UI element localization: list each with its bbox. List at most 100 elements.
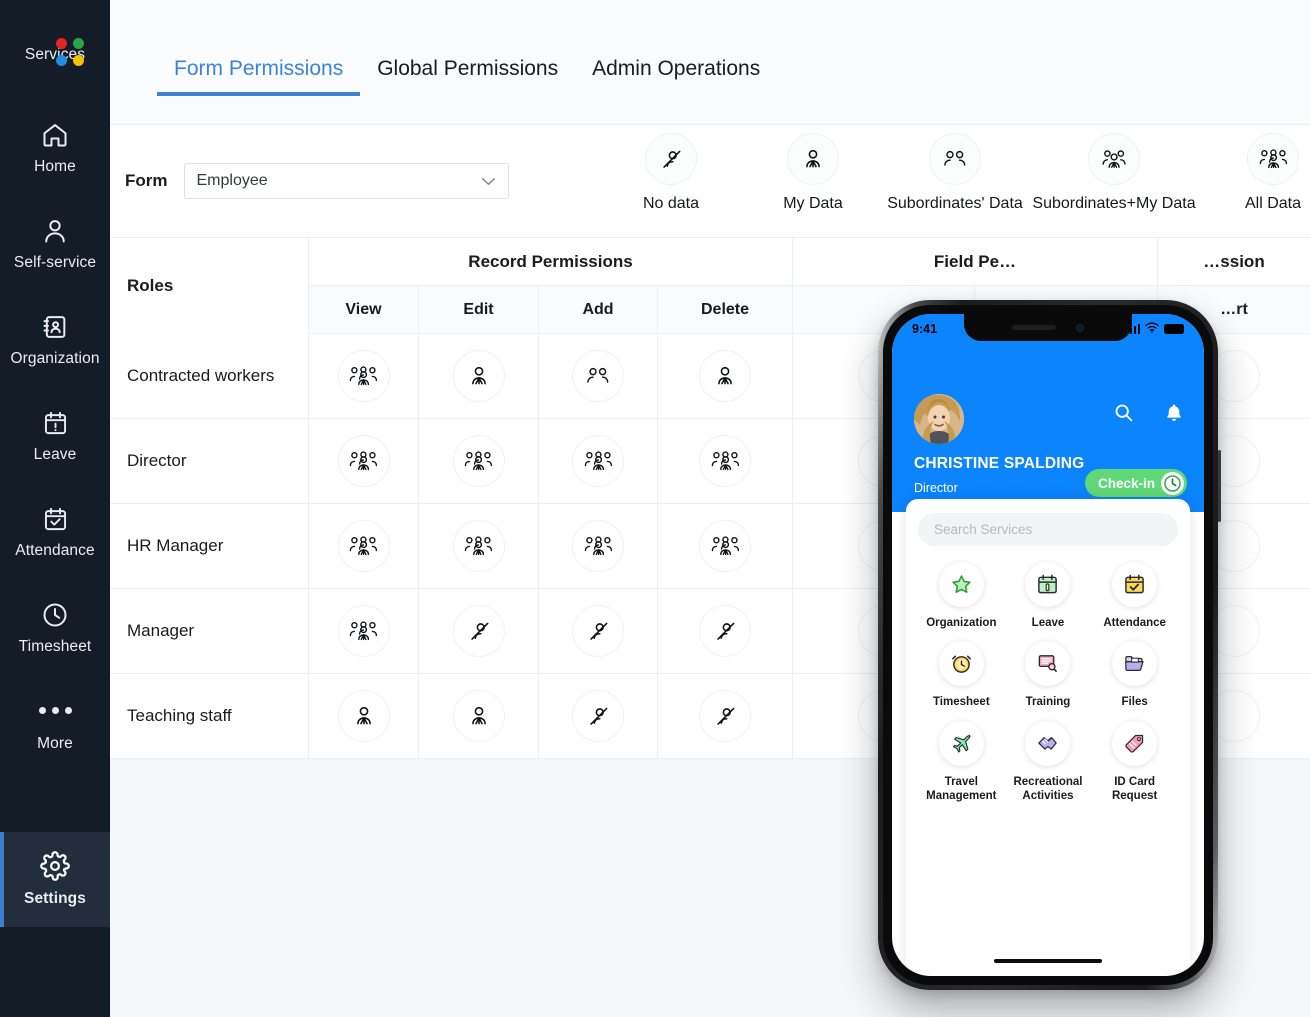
legend-item-my-data[interactable]: My Data <box>742 133 884 213</box>
sidebar-item-timesheet[interactable]: Timesheet <box>0 580 110 676</box>
calendar-check-icon <box>1112 562 1158 607</box>
phone-screen: 9:41 CHRISTINE SPALDING Director Check-i… <box>892 314 1204 976</box>
service-item-files[interactable]: Files <box>1091 641 1178 709</box>
no-data-icon[interactable] <box>699 605 751 657</box>
perm-cell-edit <box>419 334 539 418</box>
service-label: Travel Management <box>926 775 997 803</box>
one-person-icon[interactable] <box>699 350 751 402</box>
four-people-icon[interactable] <box>337 605 390 657</box>
perm-cell-delete <box>658 334 793 418</box>
tag-icon <box>1112 720 1158 766</box>
sidebar-item-label: Organization <box>10 349 100 367</box>
search-input[interactable]: Search Services <box>918 513 1178 546</box>
service-item-attendance[interactable]: Attendance <box>1091 562 1178 630</box>
roles-header-label: Roles <box>127 276 174 295</box>
tab-admin-operations[interactable]: Admin Operations <box>575 0 777 124</box>
form-select[interactable]: Employee <box>183 163 509 199</box>
four-people-icon[interactable] <box>572 520 624 572</box>
service-item-training[interactable]: Training <box>1005 641 1092 709</box>
check-in-button[interactable]: Check-in <box>1084 469 1187 497</box>
service-item-leave[interactable]: Leave <box>1005 562 1092 630</box>
permission-legend: No data My Data Subordinates' Data Subor… <box>600 133 1310 213</box>
front-camera-icon <box>1076 323 1084 332</box>
legend-item-subordinates-plus-my-data[interactable]: Subordinates+My Data <box>1026 133 1202 213</box>
legend-label: All Data <box>1244 195 1302 212</box>
sidebar-item-settings[interactable]: Settings <box>0 832 110 927</box>
tab-form-permissions[interactable]: Form Permissions <box>157 0 361 124</box>
row-role-label: Director <box>110 419 309 503</box>
one-person-icon[interactable] <box>452 690 505 742</box>
no-data-icon[interactable] <box>572 690 624 742</box>
four-people-icon[interactable] <box>337 520 390 572</box>
home-icon <box>40 121 70 149</box>
four-people-icon[interactable] <box>572 435 624 487</box>
legend-item-no-data[interactable]: No data <box>600 133 742 213</box>
sidebar-item-more[interactable]: More <box>0 676 110 772</box>
folder-icon <box>1112 641 1158 687</box>
avatar[interactable] <box>914 394 964 444</box>
search-icon[interactable] <box>1113 402 1134 428</box>
four-people-icon[interactable] <box>337 435 390 487</box>
perm-cell-edit <box>419 674 539 758</box>
home-indicator[interactable] <box>994 959 1102 963</box>
tab-global-permissions[interactable]: Global Permissions <box>360 0 575 124</box>
legend-item-subordinates-data[interactable]: Subordinates' Data <box>884 133 1026 213</box>
sidebar-item-self-service[interactable]: Self-service <box>0 196 110 292</box>
toolbar: Form Employee No data My Data Subordinat… <box>110 125 1310 238</box>
service-item-organization[interactable]: Organization <box>918 562 1005 630</box>
earpiece-speaker-icon <box>1012 325 1056 330</box>
phone-power-button[interactable] <box>1218 450 1221 522</box>
four-people-icon[interactable] <box>452 520 505 572</box>
user-role: Director <box>914 481 958 495</box>
clock-icon <box>41 601 69 629</box>
perm-cell-view <box>309 334 419 418</box>
calendar-leave-icon <box>1025 562 1071 607</box>
perm-cell-add <box>539 419 658 503</box>
sidebar-item-organization[interactable]: Organization <box>0 292 110 388</box>
legend-item-all-data[interactable]: All Data <box>1202 133 1310 213</box>
one-person-icon[interactable] <box>337 690 390 742</box>
four-people-icon[interactable] <box>452 435 505 487</box>
service-label: Leave <box>1031 617 1065 629</box>
tab-label: Global Permissions <box>377 57 559 80</box>
perm-cell-delete <box>658 419 793 503</box>
no-data-icon <box>645 133 697 185</box>
perm-cell-view <box>309 419 419 503</box>
perm-cell-view <box>309 674 419 758</box>
no-data-icon[interactable] <box>572 605 624 657</box>
sidebar-item-leave[interactable]: Leave <box>0 388 110 484</box>
service-item-recreational-activities[interactable]: Recreational Activities <box>1005 720 1092 804</box>
group-label: …ssion <box>1203 251 1265 271</box>
four-people-icon[interactable] <box>699 520 751 572</box>
two-people-icon <box>929 133 981 185</box>
tab-label: Form Permissions <box>174 57 344 80</box>
one-person-icon <box>787 133 839 185</box>
service-label: Organization <box>926 617 997 629</box>
perm-cell-delete <box>658 504 793 588</box>
phone-bezel: 9:41 CHRISTINE SPALDING Director Check-i… <box>883 305 1213 985</box>
service-item-travel-management[interactable]: Travel Management <box>918 720 1005 804</box>
service-item-timesheet[interactable]: Timesheet <box>918 641 1005 709</box>
table-group-header-row: Record Permissions Field Pe… …ssion <box>309 238 1310 286</box>
column-label: Edit <box>463 300 494 318</box>
column-header-delete: Delete <box>658 286 793 333</box>
group-label: Field Pe… <box>933 251 1017 271</box>
four-people-icon[interactable] <box>337 350 390 402</box>
user-icon <box>41 217 69 245</box>
one-person-icon[interactable] <box>452 350 505 402</box>
two-people-icon[interactable] <box>572 350 624 402</box>
legend-label: Subordinates' Data <box>887 195 1023 212</box>
organization-book-icon <box>41 313 69 341</box>
handshake-icon <box>1025 720 1071 766</box>
sidebar-item-attendance[interactable]: Attendance <box>0 484 110 580</box>
bell-icon[interactable] <box>1164 402 1184 428</box>
no-data-icon[interactable] <box>452 605 505 657</box>
sidebar-item-label: Settings <box>24 890 86 907</box>
sidebar-item-services[interactable]: Services <box>0 0 110 100</box>
service-label: Training <box>1025 696 1071 709</box>
service-item-id-card-request[interactable]: ID Card Request <box>1091 720 1178 804</box>
no-data-icon[interactable] <box>699 690 751 742</box>
table-header-roles: Roles <box>110 238 309 334</box>
four-people-icon[interactable] <box>699 435 751 487</box>
sidebar-item-home[interactable]: Home <box>0 100 110 196</box>
